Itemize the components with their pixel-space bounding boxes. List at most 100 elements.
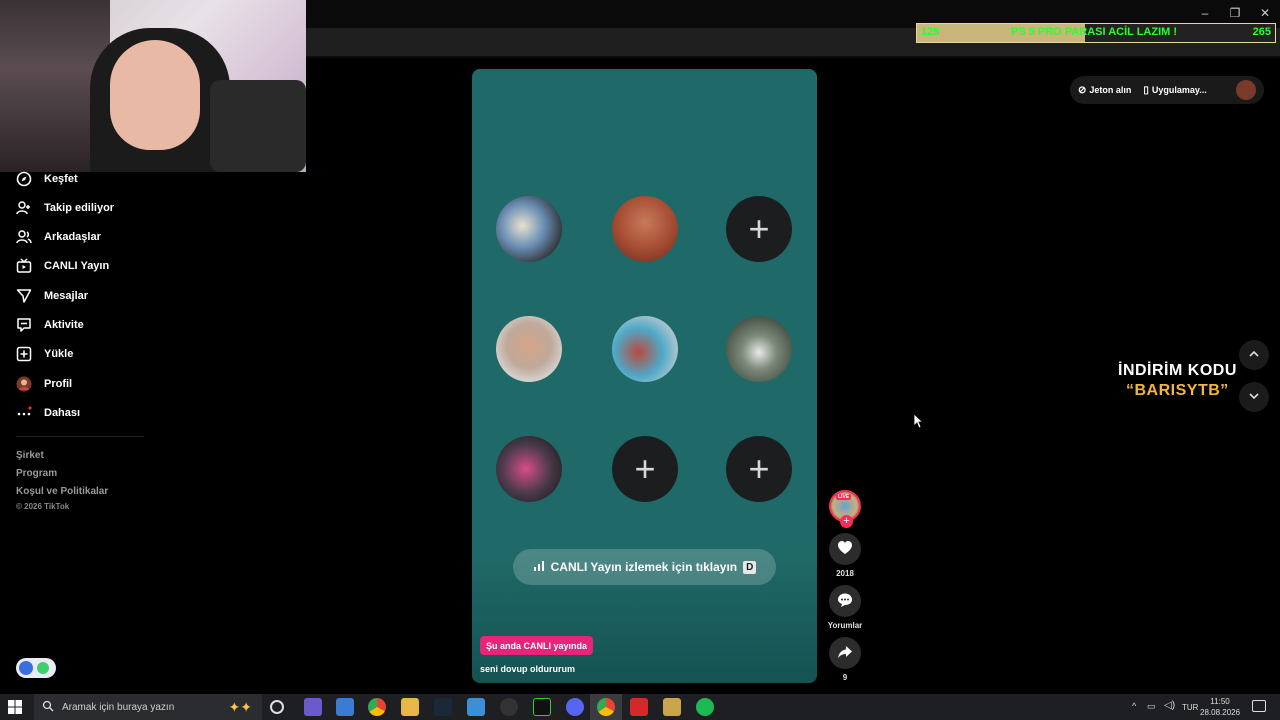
copyright-text: © 2026 TikTok: [16, 502, 70, 511]
app-icon-obs[interactable]: [500, 698, 518, 716]
windows-logo-icon: [8, 700, 22, 714]
coin-icon: ⊘: [1078, 84, 1087, 96]
steam-icon[interactable]: [434, 698, 452, 716]
footer-link-company[interactable]: Şirket: [16, 450, 44, 461]
extension-toggle[interactable]: [16, 658, 56, 678]
volume-icon[interactable]: ◁): [1164, 700, 1175, 711]
mouse-cursor-icon: [913, 413, 924, 434]
search-icon: [42, 700, 54, 715]
get-coins-button[interactable]: ⊘ Jeton alın: [1078, 85, 1131, 96]
follow-plus-icon[interactable]: +: [840, 515, 853, 528]
taskbar-search[interactable]: Aramak için buraya yazın ✦✦: [34, 694, 262, 720]
notification-icon[interactable]: [1252, 700, 1266, 712]
power-icon: [37, 662, 49, 674]
chevron-down-icon: [1248, 390, 1260, 405]
sidebar-item-friends[interactable]: Arkadaşlar: [16, 225, 101, 249]
chrome-icon[interactable]: [368, 698, 386, 716]
more-icon: [16, 405, 32, 421]
cortana-icon[interactable]: [270, 700, 284, 714]
sidebar-item-upload[interactable]: Yükle: [16, 342, 73, 366]
live-tv-icon: [16, 258, 32, 274]
sidebar-item-label: Keşfet: [44, 173, 78, 185]
language-indicator[interactable]: TUR: [1182, 703, 1198, 712]
viewer-avatar[interactable]: [612, 196, 678, 262]
comments-label: Yorumlar: [827, 621, 863, 630]
compass-icon: [16, 171, 32, 187]
previous-video-button[interactable]: [1239, 340, 1269, 370]
like-button[interactable]: [829, 533, 861, 565]
promo-title: İNDİRİM KODU: [1118, 362, 1237, 379]
tray-chevron-up-icon[interactable]: ^: [1132, 701, 1136, 711]
sidebar-item-profile[interactable]: Profil: [16, 372, 72, 396]
sidebar-item-label: Mesajlar: [44, 290, 89, 302]
footer-link-terms[interactable]: Koşul ve Politikalar: [16, 486, 108, 497]
network-icon[interactable]: ▭: [1147, 701, 1156, 712]
comment-button[interactable]: [829, 585, 861, 617]
top-right-actions: ⊘ Jeton alın ▯ Uygulamay...: [1070, 76, 1264, 104]
add-guest-button[interactable]: +: [726, 196, 792, 262]
close-button[interactable]: ✕: [1250, 4, 1280, 22]
keyboard-shortcut: D: [743, 560, 757, 574]
app-icon-blue[interactable]: [467, 698, 485, 716]
goal-text: PS 5 PRO PARASI ACİL LAZIM !: [1011, 26, 1178, 38]
sidebar-item-live[interactable]: CANLI Yayın: [16, 254, 109, 278]
upload-icon: [16, 346, 32, 362]
app-icon-red[interactable]: [630, 698, 648, 716]
viewer-avatar[interactable]: [496, 316, 562, 382]
live-tag: LIVE: [836, 494, 852, 500]
watch-live-label: CANLI Yayın izlemek için tıklayın: [550, 560, 738, 574]
footer-link-program[interactable]: Program: [16, 468, 57, 479]
next-video-button[interactable]: [1239, 382, 1269, 412]
heart-icon: [837, 540, 853, 559]
discord-icon[interactable]: [566, 698, 584, 716]
like-count: 2018: [836, 569, 854, 578]
clock-time: 11:50: [1210, 697, 1230, 706]
sidebar-item-label: Takip ediliyor: [44, 202, 115, 214]
goal-target: 265: [1252, 26, 1271, 38]
add-guest-button[interactable]: +: [726, 436, 792, 502]
signal-bars-icon: [533, 560, 545, 575]
windows-start-button[interactable]: [8, 700, 22, 719]
creator-avatar[interactable]: LIVE +: [829, 490, 861, 528]
live-now-badge: Şu anda CANLI yayında: [480, 636, 594, 655]
taskbar-clock[interactable]: 11:50 28.08.2026: [1200, 696, 1240, 718]
restore-button[interactable]: ❐: [1220, 4, 1250, 22]
activity-icon: [16, 317, 32, 333]
live-preview-card[interactable]: + + + CANLI Yayın izlemek için tıklayın …: [472, 69, 817, 683]
donation-goal-bar: 125 PS 5 PRO PARASI ACİL LAZIM ! 265: [916, 23, 1276, 43]
viewer-avatar[interactable]: [612, 316, 678, 382]
sidebar-item-activity[interactable]: Aktivite: [16, 313, 84, 337]
viewer-avatar[interactable]: [496, 436, 562, 502]
watch-live-button[interactable]: CANLI Yayın izlemek için tıklayın D: [513, 549, 776, 585]
sidebar-item-messages[interactable]: Mesajlar: [16, 284, 88, 308]
sidebar-item-label: Yükle: [44, 348, 74, 360]
app-icon-vpn[interactable]: [304, 698, 322, 716]
share-button[interactable]: [829, 637, 861, 669]
app-icon-store[interactable]: [336, 698, 354, 716]
sidebar-item-more[interactable]: Dahası: [16, 401, 80, 425]
webcam-overlay: [0, 0, 306, 172]
league-icon[interactable]: [663, 698, 681, 716]
sidebar-item-following[interactable]: Takip ediliyor: [16, 196, 114, 220]
sidebar-item-label: Profil: [44, 378, 73, 390]
sparkle-icon: ✦✦: [228, 698, 252, 715]
profile-avatar-icon: [16, 376, 32, 392]
user-avatar[interactable]: [1236, 80, 1256, 100]
chrome-active-icon[interactable]: [597, 698, 615, 716]
spotify-icon[interactable]: [696, 698, 714, 716]
sidebar-item-explore[interactable]: Keşfet: [16, 167, 78, 191]
get-app-button[interactable]: ▯ Uygulamay...: [1143, 85, 1206, 96]
sidebar-item-label: Arkadaşlar: [44, 231, 101, 243]
follow-user-icon: [16, 200, 32, 216]
goal-current: 125: [921, 26, 940, 38]
minimize-button[interactable]: –: [1190, 4, 1220, 22]
get-app-label: Uygulamay...: [1151, 85, 1207, 95]
viewer-avatar[interactable]: [726, 316, 792, 382]
add-guest-button[interactable]: +: [612, 436, 678, 502]
comment-icon: [837, 592, 853, 611]
app-icon-green[interactable]: [533, 698, 551, 716]
sidebar-item-label: Aktivite: [44, 319, 84, 331]
viewer-avatar[interactable]: [496, 196, 562, 262]
extension-logo-icon: [19, 661, 33, 675]
file-explorer-icon[interactable]: [401, 698, 419, 716]
